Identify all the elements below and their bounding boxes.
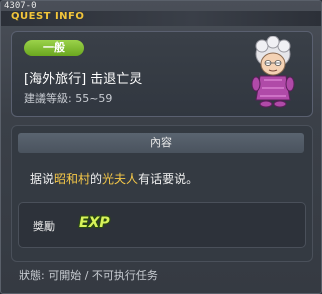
quest-status: 狀態: 可開始 / 不可执行任务: [19, 269, 158, 282]
content-text-prefix: 据说: [30, 172, 55, 186]
quest-name: [海外旅行] 击退亡灵: [24, 72, 143, 87]
content-npc-name: 光夫人: [102, 172, 139, 186]
level-requirement: 建議等級: 55~59: [24, 92, 113, 105]
quest-info-window: 4307-0 QUEST INFO 一般 [海外旅行] 击退亡灵 建議等級: 5…: [0, 0, 322, 294]
quest-summary-panel: 一般 [海外旅行] 击退亡灵 建議等級: 55~59: [11, 31, 313, 117]
content-text-mid: 的: [90, 172, 103, 186]
content-text-suffix: 有话要说。: [138, 172, 199, 186]
exp-icon: EXP: [79, 215, 110, 231]
window-title: QUEST INFO: [11, 11, 85, 22]
category-badge: 一般: [24, 40, 84, 56]
content-description: 据说昭和村的光夫人有话要说。: [30, 170, 198, 187]
quest-content-panel: 內容 据说昭和村的光夫人有话要说。 獎勵 EXP: [11, 125, 313, 262]
content-header: 內容: [18, 133, 304, 153]
npc-old-lady-portrait-icon: [251, 36, 295, 108]
content-place-name: 昭和村: [54, 172, 91, 186]
reward-box: 獎勵 EXP: [18, 202, 306, 248]
quest-id: 4307-0: [4, 1, 37, 11]
reward-label: 獎勵: [33, 220, 55, 233]
